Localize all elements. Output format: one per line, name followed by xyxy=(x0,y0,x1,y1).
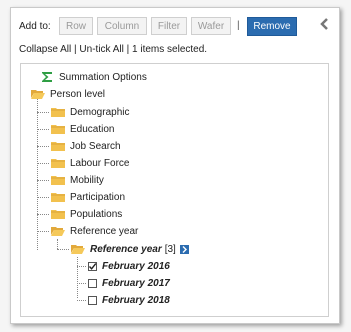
folder-label: Job Search xyxy=(70,140,121,152)
list-item[interactable]: February 2016 xyxy=(88,258,170,274)
folder-label: Mobility xyxy=(70,174,104,186)
folder-label: Labour Force xyxy=(70,157,130,169)
tree-connector xyxy=(77,283,86,284)
checkbox-unchecked[interactable] xyxy=(88,278,97,288)
reference-year-field[interactable]: Reference year [3] xyxy=(71,241,189,257)
actions-separator: | xyxy=(123,44,133,55)
tree-connector xyxy=(77,257,78,298)
tree-connector xyxy=(77,300,86,301)
folder-label: Demographic xyxy=(70,106,130,118)
remove-button[interactable]: Remove xyxy=(247,17,297,36)
folder-icon xyxy=(51,210,65,219)
tree-connector xyxy=(77,266,86,267)
list-item[interactable]: February 2017 xyxy=(88,275,170,291)
tree-connector xyxy=(37,231,49,232)
tree-actions: Collapse All | Un-tick All | 1 items sel… xyxy=(19,44,207,55)
collapse-all-link[interactable]: Collapse All xyxy=(19,44,71,55)
tree-connector xyxy=(57,239,58,249)
folder-labour-force[interactable]: Labour Force xyxy=(51,155,129,171)
tree-connector xyxy=(37,112,49,113)
summation-options-label: Summation Options xyxy=(59,71,147,83)
add-column-button[interactable]: Column xyxy=(97,17,147,35)
folder-icon xyxy=(51,142,65,151)
summation-icon xyxy=(42,72,52,82)
add-to-label: Add to: xyxy=(19,21,51,32)
tree-connector xyxy=(37,180,49,181)
folder-label: Reference year xyxy=(70,225,139,237)
tree-connector xyxy=(37,129,49,130)
folder-label: Participation xyxy=(70,191,126,203)
folder-icon xyxy=(51,193,65,202)
person-level-folder[interactable]: Person level xyxy=(31,86,105,102)
tree-connector xyxy=(57,249,69,250)
list-item-label: February 2017 xyxy=(102,277,170,289)
list-item-label: February 2018 xyxy=(102,294,170,306)
folder-open-icon xyxy=(51,227,65,236)
item-count: [3] xyxy=(164,243,176,255)
add-wafer-button[interactable]: Wafer xyxy=(191,17,231,35)
list-item[interactable]: February 2018 xyxy=(88,292,170,308)
folder-populations[interactable]: Populations xyxy=(51,206,122,222)
tree-connector xyxy=(37,163,49,164)
folder-icon xyxy=(51,176,65,185)
folder-label: Populations xyxy=(70,208,123,220)
reference-year-field-label: Reference year xyxy=(90,243,162,255)
add-to-toolbar: Add to: Row Column Filter Wafer | Remove xyxy=(11,17,339,37)
checkbox-checked[interactable] xyxy=(88,261,97,271)
folder-icon xyxy=(51,159,65,168)
chevron-left-icon[interactable] xyxy=(319,17,331,31)
field-list-panel: Add to: Row Column Filter Wafer | Remove… xyxy=(10,7,340,324)
summation-options-item[interactable]: Summation Options xyxy=(41,69,147,85)
tree-connector xyxy=(37,214,49,215)
person-level-label: Person level xyxy=(50,88,106,100)
list-item-label: February 2016 xyxy=(102,260,170,272)
selection-status: 1 items selected. xyxy=(132,44,208,55)
folder-reference-year[interactable]: Reference year xyxy=(51,223,138,239)
folder-education[interactable]: Education xyxy=(51,121,114,137)
untick-all-link[interactable]: Un-tick All xyxy=(79,44,123,55)
folder-participation[interactable]: Participation xyxy=(51,189,125,205)
folder-label: Education xyxy=(70,123,115,135)
expand-arrow-icon[interactable] xyxy=(179,244,189,254)
add-row-button[interactable]: Row xyxy=(59,17,93,35)
folder-icon xyxy=(51,108,65,117)
tree-connector xyxy=(37,96,38,250)
tree-connector xyxy=(37,146,49,147)
folder-mobility[interactable]: Mobility xyxy=(51,172,104,188)
folder-demographic[interactable]: Demographic xyxy=(51,104,129,120)
add-filter-button[interactable]: Filter xyxy=(151,17,187,35)
folder-open-icon xyxy=(71,245,85,254)
folder-icon xyxy=(51,125,65,134)
folder-job-search[interactable]: Job Search xyxy=(51,138,121,154)
tree-connector xyxy=(37,197,49,198)
folder-open-icon xyxy=(31,90,45,99)
field-tree: Summation Options Person level Demograph… xyxy=(20,63,329,317)
toolbar-separator: | xyxy=(237,20,240,31)
checkbox-unchecked[interactable] xyxy=(88,295,97,305)
